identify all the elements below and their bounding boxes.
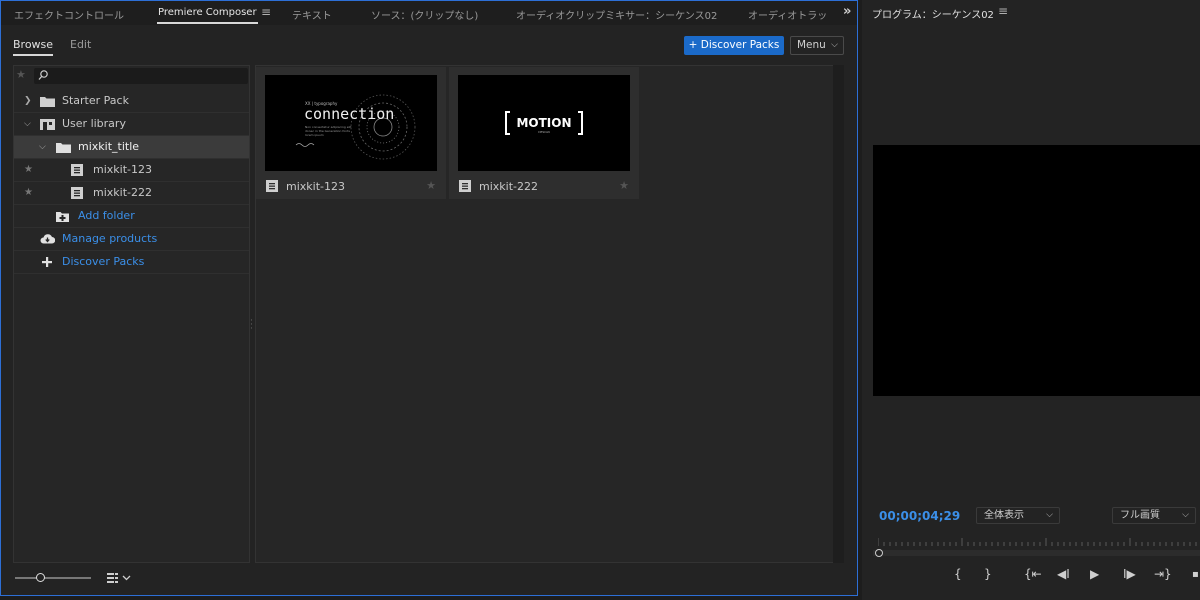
favorite-star-icon[interactable]: ★ (24, 182, 33, 204)
subtab-edit[interactable]: Edit (70, 38, 91, 51)
tab-audio-track[interactable]: オーディオトラッ (748, 7, 827, 22)
panel-splitter-handle[interactable]: · · · (250, 317, 253, 334)
search-icon (38, 70, 48, 80)
view-mode-icon[interactable] (107, 572, 133, 584)
manage-products-label: Manage products (62, 232, 158, 245)
tab-text[interactable]: テキスト (292, 7, 332, 22)
thumbnail-preview: XX | typography connection Non consectet… (295, 94, 416, 160)
thumbnail-size-slider-handle[interactable] (36, 573, 45, 582)
manage-products-link[interactable]: Manage products (14, 228, 249, 251)
tab-effect-controls[interactable]: エフェクトコントロール (14, 7, 124, 22)
play-button[interactable]: ▶ (1090, 567, 1099, 581)
tree-item-mixkit-title[interactable]: ⌵ mixkit_title (14, 136, 249, 159)
add-folder-button[interactable]: Add folder (14, 205, 249, 228)
tab-overflow-icon[interactable]: » (843, 4, 851, 19)
insert-button[interactable]: ▪ (1192, 569, 1199, 580)
chevron-down-icon: ⌵ (831, 40, 838, 50)
playback-resolution-value: フル画質 (1120, 510, 1160, 521)
subtab-browse[interactable]: Browse (13, 38, 54, 56)
time-ruler[interactable] (878, 538, 1200, 546)
tree-item-label: Starter Pack (62, 94, 129, 107)
chevron-right-icon[interactable]: ❯ (24, 90, 32, 112)
chevron-down-icon: ⌵ (1182, 510, 1189, 520)
menu-button-label: Menu (797, 39, 826, 51)
panel-menu-icon[interactable]: ≡ (998, 4, 1008, 18)
discover-packs-button[interactable]: + Discover Packs (684, 36, 784, 55)
zoom-level-value: 全体表示 (984, 510, 1024, 521)
tree-item-label: mixkit-222 (93, 186, 152, 199)
plus-icon (42, 257, 52, 267)
tree-item-label: mixkit-123 (93, 163, 152, 176)
tab-premiere-composer[interactable]: Premiere Composer (157, 7, 258, 24)
thumb-title: connection (304, 105, 394, 123)
favorite-star-icon[interactable]: ★ (24, 159, 33, 181)
tree-item-user-library[interactable]: ⌵ User library (14, 113, 249, 136)
thumbnail-preview: MOTION DESIGN (505, 111, 583, 135)
playhead-timecode[interactable]: 00;00;04;29 (879, 509, 960, 523)
folder-icon (56, 143, 71, 153)
go-to-in-button[interactable]: {⇤ (1024, 567, 1042, 581)
template-card-name: mixkit-222 (479, 180, 538, 193)
search-input[interactable] (34, 68, 248, 84)
template-thumbnail: MOTION DESIGN (458, 75, 630, 171)
tree-item-mixkit-222[interactable]: ★ mixkit-222 (14, 182, 249, 205)
composition-file-icon (266, 180, 278, 192)
panel-tab-bar: エフェクトコントロール Premiere Composer ≡ テキスト ソース… (1, 1, 857, 25)
tree-item-label: mixkit_title (78, 140, 140, 153)
library-tree: ★ ❯ Starter Pack ⌵ User library ⌵ mixkit… (13, 65, 250, 563)
zoom-level-select[interactable]: 全体表示 ⌵ (976, 507, 1060, 524)
thumb-body-line: lorem ipsum (305, 133, 324, 137)
program-monitor-panel: プログラム：シーケンス02 ≡ 00;00;04;29 全体表示 ⌵ フル画質 … (862, 0, 1200, 600)
tree-item-mixkit-123[interactable]: ★ mixkit-123 (14, 159, 249, 182)
favorites-filter-star-icon[interactable]: ★ (16, 68, 26, 81)
tree-item-starter-pack[interactable]: ❯ Starter Pack (14, 90, 249, 113)
discover-packs-link[interactable]: Discover Packs (14, 251, 249, 274)
go-to-out-button[interactable]: ⇥} (1154, 567, 1172, 581)
template-card-name: mixkit-123 (286, 180, 345, 193)
playback-resolution-select[interactable]: フル画質 ⌵ (1112, 507, 1196, 524)
composition-file-icon (71, 164, 83, 176)
panel-menu-icon[interactable]: ≡ (261, 5, 271, 19)
template-card-mixkit-123[interactable]: XX | typography connection Non consectet… (256, 67, 446, 199)
tab-audio-clip-mixer[interactable]: オーディオクリップミキサー：シーケンス02 (516, 7, 717, 22)
folder-icon (40, 97, 55, 107)
library-icon (40, 119, 55, 130)
playback-scrubber[interactable] (873, 550, 1200, 556)
tree-item-label: User library (62, 117, 126, 130)
cloud-download-icon (40, 234, 55, 244)
template-thumbnail: XX | typography connection Non consectet… (265, 75, 437, 171)
favorite-star-icon[interactable]: ★ (426, 179, 436, 192)
add-folder-icon (56, 212, 69, 222)
tab-source[interactable]: ソース：(クリップなし) (371, 7, 478, 22)
program-video-frame (873, 145, 1200, 396)
grid-scrollbar[interactable] (833, 65, 844, 563)
thumb-subtitle: DESIGN (538, 130, 550, 134)
step-back-button[interactable]: ◀I (1057, 567, 1070, 581)
mark-out-button[interactable]: } (984, 567, 992, 581)
thumb-title: MOTION (516, 116, 571, 130)
chevron-down-icon: ⌵ (1046, 510, 1053, 520)
step-forward-button[interactable]: I▶ (1123, 567, 1136, 581)
composition-file-icon (459, 180, 471, 192)
program-monitor-title[interactable]: プログラム：シーケンス02 (872, 6, 994, 21)
search-row: ★ (14, 66, 249, 86)
chevron-down-icon[interactable]: ⌵ (39, 136, 46, 158)
premiere-composer-panel: エフェクトコントロール Premiere Composer ≡ テキスト ソース… (0, 0, 858, 596)
favorite-star-icon[interactable]: ★ (619, 179, 629, 192)
add-folder-label: Add folder (78, 209, 135, 222)
discover-packs-label: Discover Packs (62, 255, 145, 268)
playhead-handle[interactable] (875, 549, 883, 557)
template-card-mixkit-222[interactable]: MOTION DESIGN mixkit-222 ★ (449, 67, 639, 199)
menu-button[interactable]: Menu ⌵ (790, 36, 844, 55)
mark-in-button[interactable]: { (954, 567, 962, 581)
chevron-down-icon[interactable]: ⌵ (24, 113, 31, 135)
thumbnail-size-slider[interactable] (15, 577, 91, 579)
composition-file-icon (71, 187, 83, 199)
